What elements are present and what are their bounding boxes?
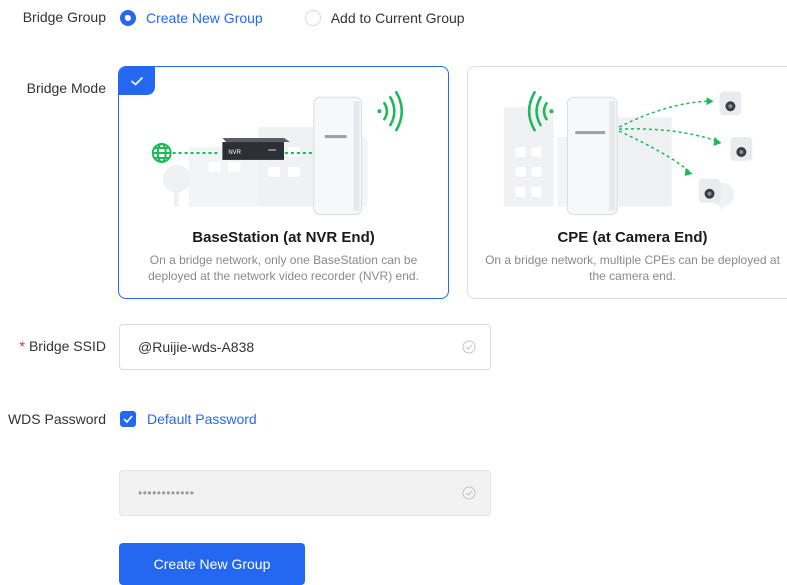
bridge-ssid-value: @Ruijie-wds-A838	[138, 339, 255, 355]
bridge-group-label: Bridge Group	[22, 9, 106, 25]
cpe-card-title: CPE (at Camera End)	[557, 229, 708, 246]
radio-create-new-group-label: Create New Group	[146, 10, 263, 26]
cpe-card[interactable]: CPE (at Camera End) On a bridge network,…	[467, 66, 787, 299]
basestation-card-description: On a bridge network, only one BaseStatio…	[148, 253, 419, 283]
basestation-illustration: NVR	[151, 91, 404, 216]
create-new-group-button[interactable]: Create New Group	[119, 543, 305, 585]
required-mark: *	[19, 338, 25, 354]
radio-checked-indicator	[120, 10, 136, 26]
globe-icon	[151, 143, 172, 163]
radio-add-to-current-group[interactable]: Add to Current Group	[304, 10, 465, 26]
bridge-ssid-label-text: Bridge SSID	[28, 338, 106, 354]
basestation-device-icon	[313, 96, 363, 216]
wifi-signal-icon	[377, 91, 404, 132]
default-password-checkbox[interactable]: Default Password	[120, 411, 257, 427]
basestation-card-title: BaseStation (at NVR End)	[192, 229, 375, 246]
camera-icon	[719, 91, 742, 116]
radio-unchecked-indicator	[304, 10, 321, 26]
wds-password-value: ••••••••••••	[138, 486, 195, 500]
default-password-label: Default Password	[147, 411, 257, 427]
radio-add-to-current-group-label: Add to Current Group	[330, 10, 465, 26]
cpe-illustration	[503, 91, 753, 216]
wds-password-label: WDS Password	[7, 411, 106, 427]
cpe-card-description: On a bridge network, multiple CPEs can b…	[485, 253, 780, 283]
bridge-ssid-label: * Bridge SSID	[20, 338, 107, 354]
bridge-group-radio-group: Create New Group Add to Current Group	[120, 8, 507, 28]
bridge-mode-label: Bridge Mode	[26, 80, 106, 96]
camera-icon	[730, 137, 753, 161]
bridge-ssid-input[interactable]: @Ruijie-wds-A838	[119, 324, 491, 370]
check-circle-icon	[462, 486, 476, 500]
selected-check-icon	[119, 67, 155, 95]
checkbox-checked-icon	[120, 411, 136, 427]
svg-text:NVR: NVR	[228, 150, 241, 156]
cpe-device-icon	[566, 96, 618, 216]
nvr-device-icon: NVR	[222, 138, 290, 160]
radio-create-new-group[interactable]: Create New Group	[120, 10, 263, 26]
basestation-card[interactable]: NVR BaseStation (at NVR End) On a bridge…	[118, 66, 449, 299]
camera-icon	[698, 178, 721, 203]
wds-password-input[interactable]: ••••••••••••	[119, 470, 491, 516]
check-circle-icon	[462, 340, 476, 354]
